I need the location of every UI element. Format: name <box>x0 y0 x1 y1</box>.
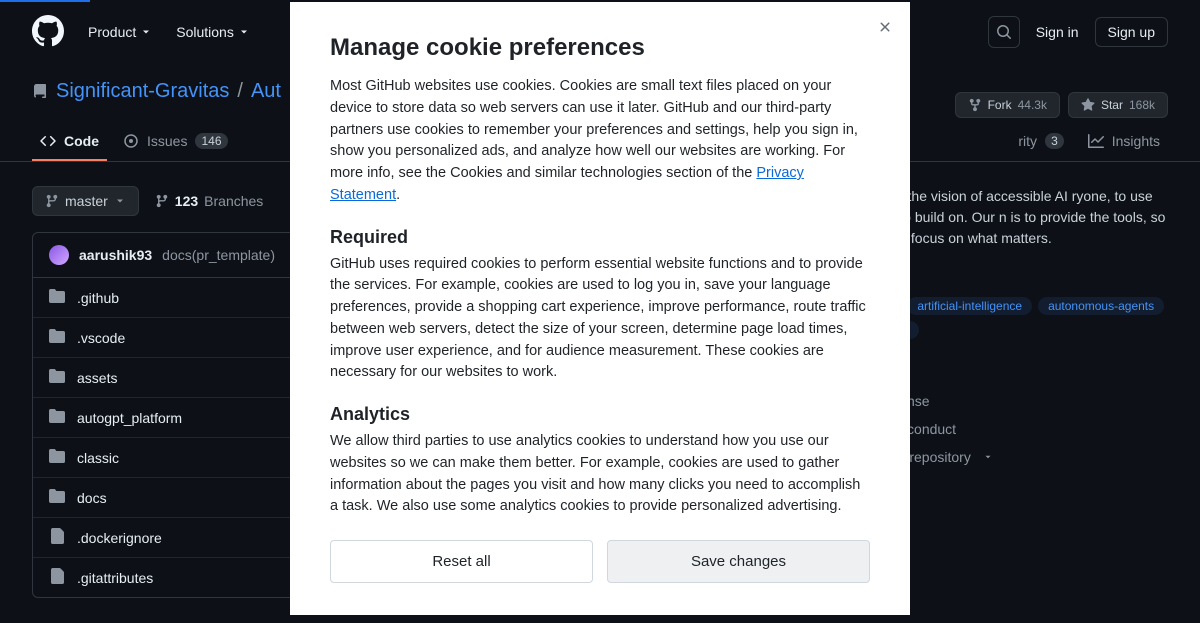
reset-all-button[interactable]: Reset all <box>330 540 593 583</box>
analytics-heading: Analytics <box>330 404 870 425</box>
required-heading: Required <box>330 227 870 248</box>
cookie-preferences-modal: Manage cookie preferences Most GitHub we… <box>290 2 910 615</box>
close-button[interactable] <box>874 16 896 38</box>
modal-overlay: Manage cookie preferences Most GitHub we… <box>0 0 1200 623</box>
analytics-text: We allow third parties to use analytics … <box>330 431 870 518</box>
save-changes-button[interactable]: Save changes <box>607 540 870 583</box>
modal-title: Manage cookie preferences <box>330 34 870 62</box>
required-text: GitHub uses required cookies to perform … <box>330 254 870 385</box>
close-icon <box>877 19 893 35</box>
period: . <box>396 187 400 203</box>
modal-intro: Most GitHub websites use cookies. Cookie… <box>330 76 870 207</box>
